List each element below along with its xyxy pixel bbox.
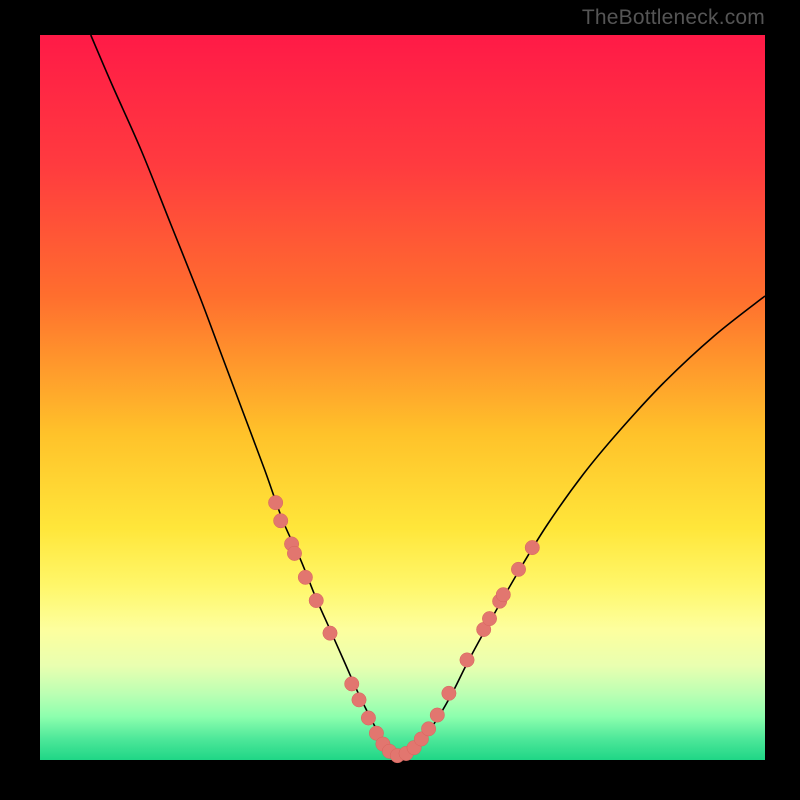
data-marker	[352, 693, 366, 707]
data-marker	[482, 611, 496, 625]
data-marker	[525, 540, 539, 554]
data-marker	[511, 562, 525, 576]
data-marker	[268, 495, 282, 509]
data-marker	[421, 722, 435, 736]
data-marker	[309, 593, 323, 607]
data-marker	[298, 570, 312, 584]
data-marker	[442, 686, 456, 700]
data-marker	[361, 711, 375, 725]
data-marker	[323, 626, 337, 640]
data-marker	[430, 708, 444, 722]
data-marker	[460, 653, 474, 667]
data-marker	[287, 546, 301, 560]
chart-svg	[0, 0, 800, 800]
data-marker	[274, 514, 288, 528]
data-marker	[345, 677, 359, 691]
data-marker	[496, 588, 510, 602]
curve-left-curve	[91, 35, 396, 756]
chart-frame: TheBottleneck.com	[0, 0, 800, 800]
